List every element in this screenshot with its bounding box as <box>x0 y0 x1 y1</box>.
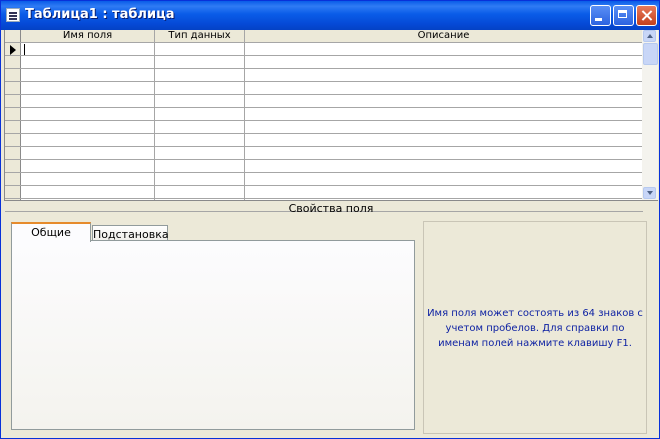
field-properties-label: Свойства поля <box>4 200 658 217</box>
field-grid[interactable]: Имя поля Тип данных Описание <box>4 30 643 212</box>
table-row[interactable] <box>5 55 643 56</box>
table-row[interactable] <box>5 198 643 199</box>
general-tab-panel <box>11 240 415 430</box>
scroll-down-icon[interactable] <box>643 187 656 199</box>
table-icon <box>6 8 20 22</box>
minimize-button[interactable] <box>590 5 611 26</box>
table-row[interactable] <box>5 107 643 108</box>
table-row[interactable] <box>5 185 643 186</box>
table-row[interactable] <box>5 133 643 134</box>
table-row[interactable] <box>5 159 643 160</box>
help-text: Имя поля может состоять из 64 знаков с у… <box>427 308 643 349</box>
table-row[interactable] <box>5 42 643 43</box>
table-row[interactable] <box>5 146 643 147</box>
column-divider <box>244 30 245 200</box>
table-design-window: Таблица1 : таблица Имя поля Тип данных О… <box>0 0 660 439</box>
table-row[interactable] <box>5 94 643 95</box>
maximize-button[interactable] <box>613 5 634 26</box>
text-cursor <box>24 44 25 55</box>
close-button[interactable] <box>636 5 657 26</box>
current-row-arrow-icon <box>10 45 16 55</box>
scroll-thumb[interactable] <box>643 43 658 65</box>
column-divider <box>154 30 155 200</box>
title-bar[interactable]: Таблица1 : таблица <box>1 1 659 30</box>
table-row[interactable] <box>5 172 643 173</box>
window-title: Таблица1 : таблица <box>25 7 175 22</box>
help-panel: Имя поля может состоять из 64 знаков с у… <box>423 221 647 434</box>
vertical-scrollbar[interactable] <box>642 30 658 200</box>
table-row[interactable] <box>5 81 643 82</box>
scroll-up-icon[interactable] <box>643 30 656 42</box>
tab-general[interactable]: Общие <box>11 222 91 242</box>
table-row[interactable] <box>5 68 643 69</box>
table-row[interactable] <box>5 120 643 121</box>
